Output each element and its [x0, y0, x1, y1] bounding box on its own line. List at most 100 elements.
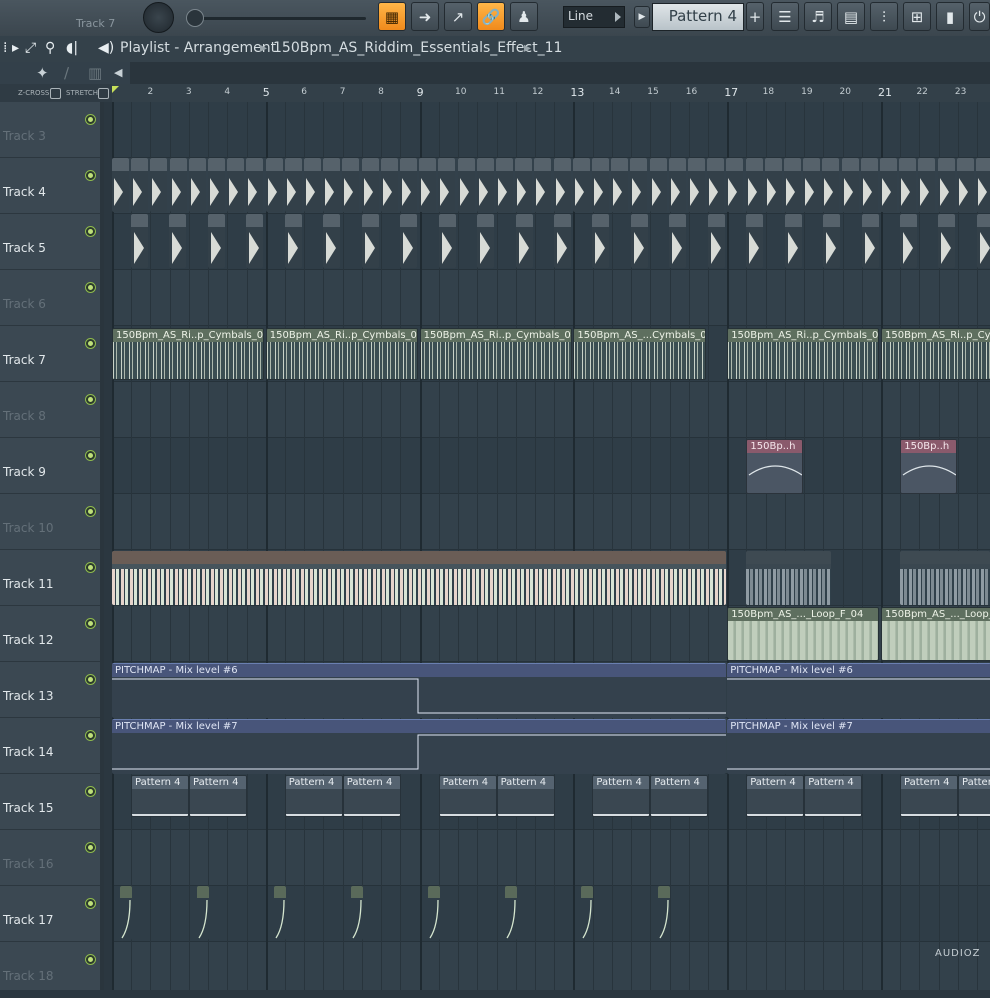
kick-clip[interactable]	[764, 158, 782, 212]
track-name[interactable]: Track 8	[3, 409, 46, 423]
kick-clip[interactable]	[150, 158, 168, 212]
kick-clip[interactable]	[611, 158, 629, 212]
playlist-lanes[interactable]: 150Bpm_AS_Ri..p_Cymbals_03 150Bpm_AS_Ri..…	[112, 102, 990, 990]
kick-clip[interactable]	[380, 158, 398, 212]
snare-clip[interactable]	[553, 214, 571, 268]
envelope-clip[interactable]	[350, 886, 363, 940]
kick-clip[interactable]	[937, 158, 955, 212]
pattern-clip[interactable]: Pattern 4	[189, 775, 247, 817]
envelope-clip[interactable]	[273, 886, 286, 940]
track-name[interactable]: Track 10	[3, 521, 53, 535]
envelope-clip[interactable]	[658, 886, 671, 940]
track-lane[interactable]	[112, 494, 990, 550]
track-header[interactable]: Track 13	[0, 662, 100, 718]
track-name[interactable]: Track 11	[3, 577, 53, 591]
track-mute-led-icon[interactable]	[85, 282, 96, 293]
snare-clip[interactable]	[900, 214, 917, 268]
arrow-tool-button[interactable]: ➜	[411, 2, 439, 31]
piano-roll-snap-button[interactable]: ▦	[378, 2, 406, 31]
arrangement-overview[interactable]	[130, 62, 990, 85]
kick-clip[interactable]	[803, 158, 821, 212]
master-pitch-slider[interactable]	[186, 9, 366, 27]
snare-clip[interactable]	[707, 214, 725, 268]
track-lane[interactable]	[112, 214, 990, 270]
zoom-icon[interactable]: ⚲	[45, 40, 55, 56]
snare-clip[interactable]	[207, 214, 225, 268]
track-header[interactable]: Track 8	[0, 382, 100, 438]
kick-clip[interactable]	[400, 158, 417, 212]
kick-clip[interactable]	[880, 158, 897, 212]
snare-clip[interactable]	[823, 214, 841, 268]
pattern-clip[interactable]: Pattern 4	[746, 775, 805, 817]
envelope-clip[interactable]	[581, 886, 594, 940]
track-lane[interactable]	[112, 382, 990, 438]
curve-icon[interactable]: ∕	[64, 64, 69, 82]
cymbal-clip[interactable]: 150Bpm_AS_Ri..p_Cymbals_03	[727, 328, 880, 380]
kick-clip[interactable]	[649, 158, 667, 212]
track-mute-led-icon[interactable]	[85, 338, 96, 349]
pattern-clip[interactable]: Pattern 4	[650, 775, 709, 817]
track-header[interactable]: Track 9	[0, 438, 100, 494]
track-header[interactable]: Track 12	[0, 606, 100, 662]
kick-clip[interactable]	[304, 158, 321, 212]
track-header[interactable]: Track 16	[0, 830, 100, 886]
snare-clip[interactable]	[400, 214, 418, 268]
kick-clip[interactable]	[227, 158, 245, 212]
loop-clip[interactable]: 150Bpm_AS_..._Loop_F_04	[727, 607, 880, 661]
kick-clip[interactable]	[208, 158, 225, 212]
kick-clip[interactable]	[688, 158, 705, 212]
snare-clip[interactable]	[746, 214, 764, 268]
track-header[interactable]: Track 3	[0, 102, 100, 158]
kick-clip[interactable]	[592, 158, 609, 212]
kick-clip[interactable]	[342, 158, 360, 212]
track-mute-led-icon[interactable]	[85, 562, 96, 573]
track-mute-led-icon[interactable]	[85, 114, 96, 125]
snare-clip[interactable]	[361, 214, 379, 268]
drum-loop-clip[interactable]	[900, 551, 990, 605]
snare-clip[interactable]	[169, 214, 187, 268]
pattern-clip[interactable]: Pattern 4	[131, 775, 189, 817]
master-volume-knob[interactable]	[143, 2, 174, 33]
pattern-prev-button[interactable]: ▶	[634, 6, 650, 28]
drag-handle-icon[interactable]: ⁞	[3, 40, 7, 56]
scroll-left-icon[interactable]: ◀	[114, 66, 122, 79]
track-lane[interactable]	[112, 270, 990, 326]
loop-clip[interactable]: 150Bpm_AS_..._Loop_	[881, 607, 990, 661]
kick-clip[interactable]	[265, 158, 283, 212]
track-header[interactable]: Track 17	[0, 886, 100, 942]
cymbal-clip[interactable]: 150Bpm_AS_Ri..p_Cymbals_03	[112, 328, 264, 380]
riser-clip[interactable]: 150Bp..h	[746, 439, 804, 494]
track-header[interactable]: Track 4	[0, 158, 100, 214]
track-lane[interactable]	[112, 438, 990, 494]
snare-clip[interactable]	[669, 214, 687, 268]
pattern-clip[interactable]: Pattern 4	[592, 775, 651, 817]
track-lane[interactable]	[112, 886, 990, 942]
track-header[interactable]: Track 14	[0, 718, 100, 774]
snare-clip[interactable]	[284, 214, 302, 268]
menu-arrow-icon[interactable]: ▸	[12, 40, 19, 56]
pattern-clip[interactable]: Pattern 4	[496, 775, 555, 817]
track-mute-led-icon[interactable]	[85, 394, 96, 405]
kick-clip[interactable]	[112, 158, 129, 212]
kick-clip[interactable]	[745, 158, 763, 212]
snare-clip[interactable]	[630, 214, 648, 268]
track-lane[interactable]	[112, 942, 990, 990]
track-name[interactable]: Track 16	[3, 857, 53, 871]
automation-clip[interactable]: PITCHMAP - Mix level #6	[112, 663, 726, 718]
envelope-clip[interactable]	[196, 886, 209, 940]
track-name[interactable]: Track 9	[3, 465, 46, 479]
kick-clip[interactable]	[899, 158, 917, 212]
pattern-clip[interactable]: Pattern 4	[438, 775, 497, 817]
track-header[interactable]: Track 6	[0, 270, 100, 326]
kick-clip[interactable]	[860, 158, 878, 212]
snare-clip[interactable]	[976, 214, 990, 268]
pattern-clip[interactable]: Pattern 4	[900, 775, 958, 817]
kick-clip[interactable]	[572, 158, 590, 212]
kick-clip[interactable]	[323, 158, 341, 212]
pattern-selector[interactable]: Pattern 4	[652, 3, 744, 31]
kick-clip[interactable]	[457, 158, 475, 212]
pattern-clip[interactable]: Pattern 4	[284, 775, 343, 817]
track-mute-led-icon[interactable]	[85, 450, 96, 461]
kick-clip[interactable]	[284, 158, 302, 212]
channel-rack-button[interactable]: ▤	[837, 2, 865, 31]
